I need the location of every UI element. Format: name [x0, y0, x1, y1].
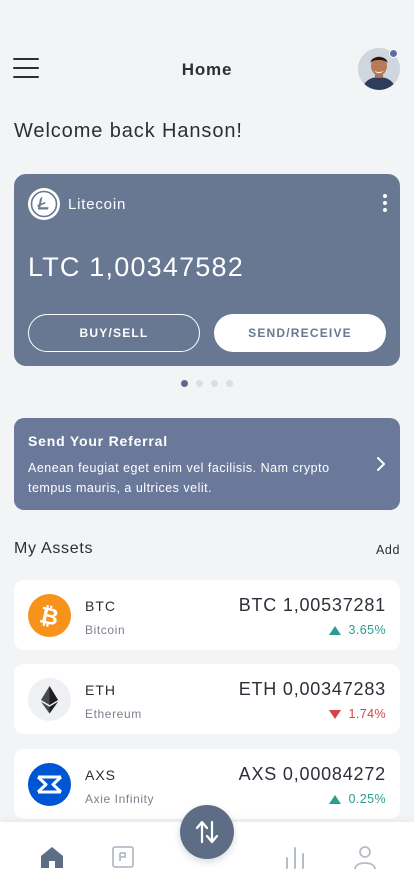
ethereum-icon	[28, 678, 71, 721]
asset-amount: BTC 1,00537281	[238, 595, 386, 615]
asset-change-value: 1.74%	[348, 707, 386, 721]
asset-name: Bitcoin	[85, 623, 126, 637]
asset-row-eth[interactable]: ETH Ethereum ETH 0,00347283 1.74%	[14, 664, 400, 734]
carousel-dot[interactable]	[211, 380, 218, 387]
swap-button[interactable]	[180, 805, 234, 859]
asset-symbol: BTC	[85, 598, 116, 614]
asset-name: Ethereum	[85, 707, 142, 721]
welcome-message: Welcome back Hanson!	[14, 120, 243, 142]
litecoin-icon	[28, 188, 60, 220]
carousel-indicator	[0, 380, 414, 387]
asset-amount: AXS 0,00084272	[238, 764, 386, 784]
carousel-dot[interactable]	[226, 380, 233, 387]
chevron-right-icon	[377, 457, 385, 471]
send-receive-button[interactable]: SEND/RECEIVE	[214, 314, 386, 352]
swap-icon	[195, 820, 219, 844]
svg-text:₿: ₿	[37, 602, 61, 631]
bitcoin-icon: ₿	[28, 594, 71, 637]
add-asset-link[interactable]: Add	[376, 543, 400, 557]
asset-name: Axie Infinity	[85, 792, 155, 806]
trend-up-icon	[328, 794, 341, 804]
referral-banner[interactable]: Send Your Referral Aenean feugiat eget e…	[14, 418, 400, 510]
asset-change: 0.25%	[328, 792, 386, 806]
asset-change-value: 3.65%	[348, 623, 386, 637]
asset-symbol: AXS	[85, 767, 117, 783]
coin-name: Litecoin	[68, 196, 127, 213]
axie-infinity-icon	[28, 763, 71, 806]
buy-sell-button[interactable]: BUY/SELL	[28, 314, 200, 352]
carousel-dot-active[interactable]	[181, 380, 188, 387]
asset-change: 3.65%	[328, 623, 386, 637]
trend-down-icon	[328, 709, 341, 719]
avatar-status-dot	[389, 49, 398, 58]
asset-amount: ETH 0,00347283	[238, 679, 386, 699]
asset-row-btc[interactable]: ₿ BTC Bitcoin BTC 1,00537281 3.65%	[14, 580, 400, 650]
home-icon[interactable]	[39, 844, 65, 870]
asset-change: 1.74%	[328, 707, 386, 721]
assets-section-title: My Assets	[14, 540, 94, 557]
asset-change-value: 0.25%	[348, 792, 386, 806]
chart-icon[interactable]	[282, 844, 308, 870]
referral-text: Aenean feugiat eget enim vel facilisis. …	[28, 461, 330, 495]
referral-title: Send Your Referral	[28, 433, 168, 449]
coin-balance: LTC 1,00347582	[28, 252, 244, 282]
carousel-dot[interactable]	[196, 380, 203, 387]
wallet-icon[interactable]	[110, 844, 136, 870]
more-options-icon[interactable]	[382, 194, 388, 216]
wallet-card[interactable]: Litecoin LTC 1,00347582 BUY/SELL SEND/RE…	[14, 174, 400, 366]
page-title: Home	[181, 60, 233, 79]
app-header: Home	[0, 40, 414, 98]
profile-icon[interactable]	[352, 844, 378, 870]
trend-up-icon	[328, 625, 341, 635]
asset-symbol: ETH	[85, 682, 116, 698]
